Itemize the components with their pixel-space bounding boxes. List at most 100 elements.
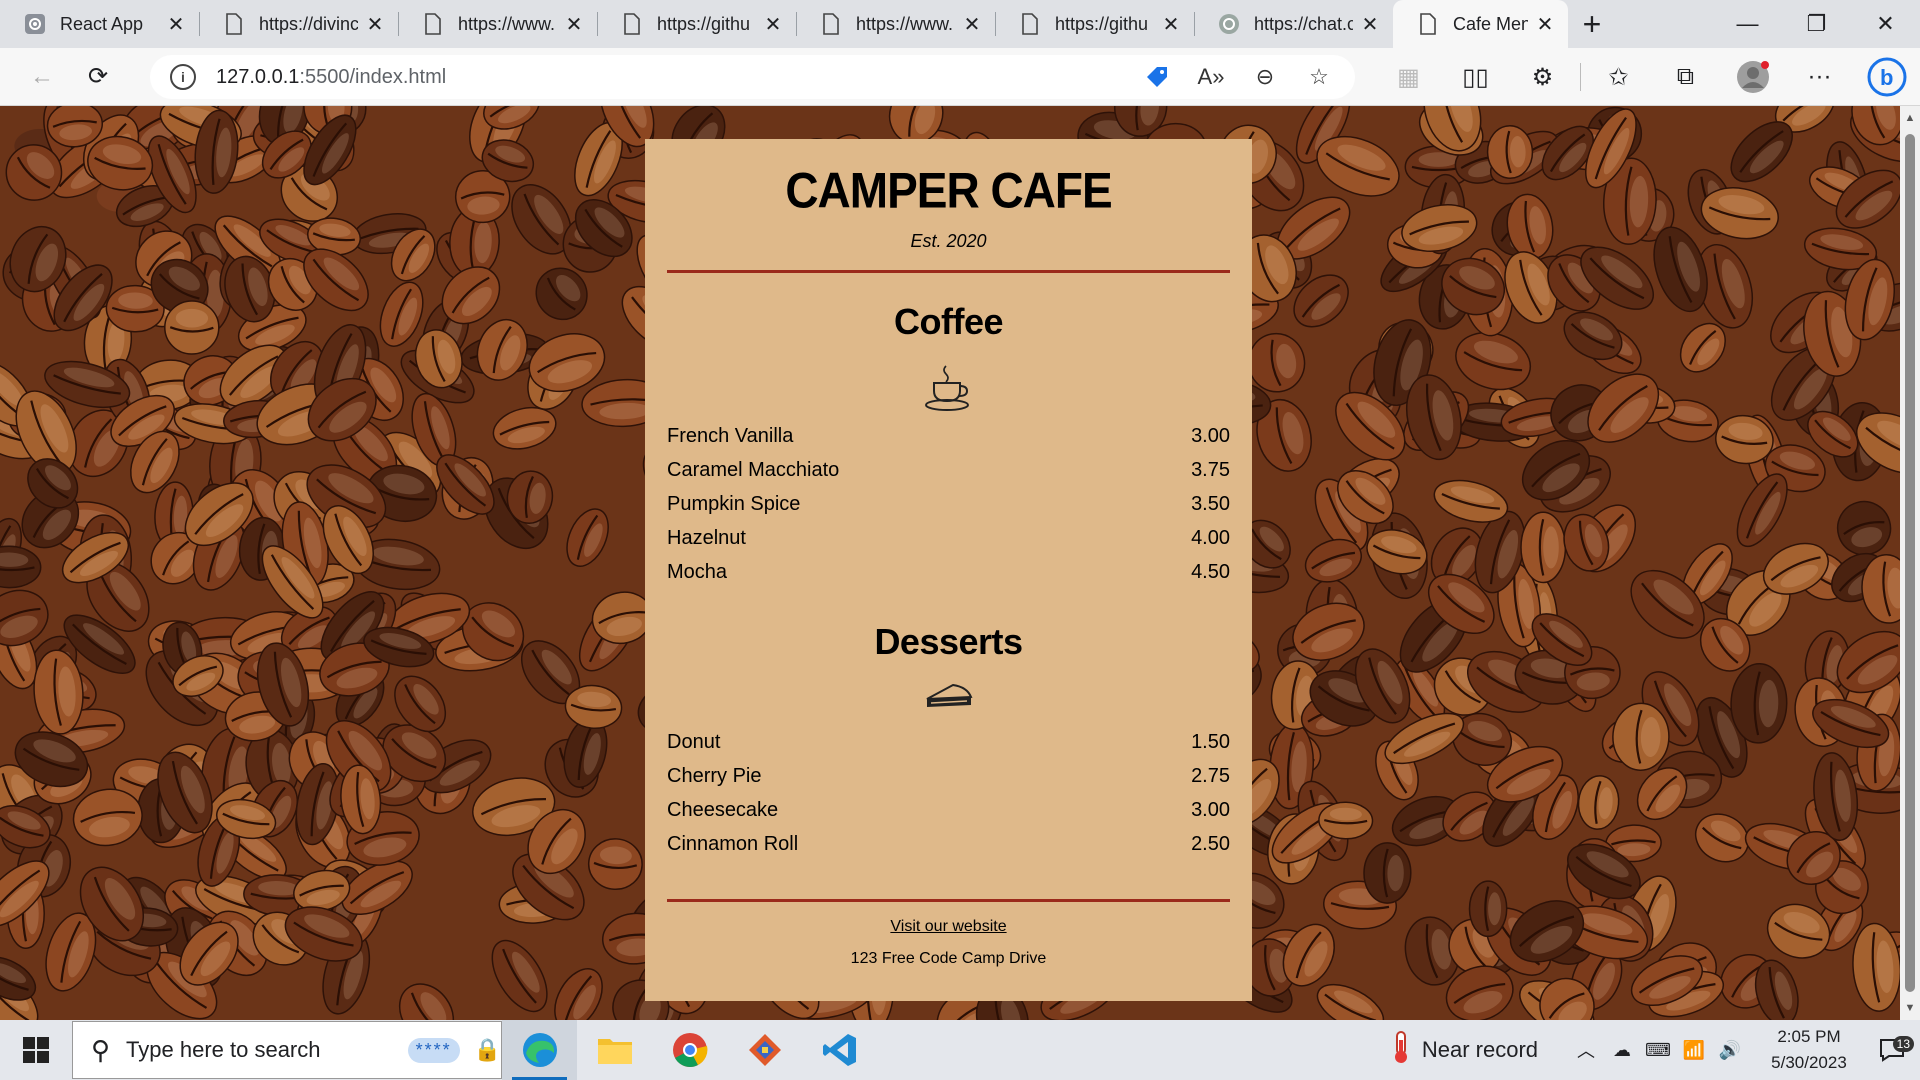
close-icon[interactable]: ✕ [165,13,187,36]
chrome-icon[interactable] [652,1020,727,1080]
close-icon[interactable]: ✕ [1160,13,1182,36]
item-price: 2.75 [1191,764,1230,787]
new-tab-button[interactable]: + [1568,0,1616,48]
page-icon [1019,13,1041,35]
address-bar[interactable]: i 127.0.0.1:5500/index.html A» ⊖ ☆ [150,55,1355,99]
edge-browser-icon[interactable] [502,1020,577,1080]
item-price: 4.00 [1191,526,1230,549]
tab-page[interactable]: https://www. ✕ [398,0,597,48]
item-name: Hazelnut [667,526,746,549]
split-screen-icon[interactable]: ▯▯ [1442,53,1509,101]
section-heading-desserts: Desserts [874,621,1023,662]
scroll-down-icon[interactable]: ▼ [1900,998,1920,1018]
vscode-icon[interactable] [802,1020,877,1080]
wifi-icon[interactable]: 📶 [1676,1040,1712,1061]
profile-avatar-icon[interactable] [1719,53,1786,101]
toolbar-right: ▦ ▯▯ ⚙ ✩ ⧉ ··· b [1375,53,1920,101]
react-gear-icon [24,13,46,35]
item-name: Mocha [667,560,728,583]
tab-react-app[interactable]: React App ✕ [0,0,199,48]
section-heading-coffee: Coffee [893,301,1004,342]
chevron-up-icon[interactable]: ︿ [1568,1037,1604,1063]
windows-start-icon[interactable] [0,1020,72,1080]
tab-title: Cafe Menu [1453,13,1528,34]
zoom-out-icon[interactable]: ⊖ [1243,55,1287,99]
close-icon[interactable]: ✕ [1534,13,1556,36]
collections-icon[interactable]: ⧉ [1652,53,1719,101]
bing-chat-icon[interactable]: b [1853,53,1920,101]
url-text[interactable]: 127.0.0.1:5500/index.html [216,66,1135,89]
tab-page[interactable]: https://githu ✕ [597,0,796,48]
scrollbar-thumb[interactable] [1905,134,1915,992]
coffee-list: French Vanilla 3.00 Caramel Macchiato 3.75… [667,419,1230,589]
close-icon[interactable]: ✕ [364,13,386,36]
back-icon[interactable]: ← [18,53,66,101]
established-text: Est. 2020 [910,231,987,251]
dessert-list: Donut 1.50 Cherry Pie 2.75 Cheesecake 3.00 … [667,725,1230,861]
url-host: 127.0.0.1 [216,65,300,88]
scroll-up-icon[interactable]: ▲ [1900,108,1920,128]
cafe-address: 123 Free Code Camp Drive [850,950,1047,967]
clock-time: 2:05 PM [1777,1027,1841,1046]
volume-icon[interactable]: 🔊 [1712,1040,1748,1061]
tab-title: https://githu [1055,13,1149,34]
extensions-icon[interactable]: ⚙ [1509,53,1576,101]
git-gui-icon[interactable] [727,1020,802,1080]
shopping-tag-icon[interactable] [1135,55,1179,99]
svg-text:b: b [1880,65,1893,90]
more-options-icon[interactable]: ··· [1786,53,1853,101]
clock[interactable]: 2:05 PM 5/30/2023 [1754,1024,1864,1076]
close-icon[interactable]: ✕ [961,13,983,36]
close-icon[interactable]: ✕ [762,13,784,36]
refresh-icon[interactable]: ⟳ [74,53,122,101]
pie-slice-icon [667,681,1230,721]
onedrive-cloud-icon[interactable]: ☁ [1604,1040,1640,1061]
window-controls: — ❐ ✕ [1713,0,1920,48]
list-item: Cinnamon Roll 2.50 [667,827,1230,861]
list-item: Mocha 4.50 [667,555,1230,589]
weather-text: Near record [1421,1037,1538,1062]
page-icon [1417,13,1439,35]
tab-page[interactable]: https://divinc ✕ [199,0,398,48]
item-price: 2.50 [1191,832,1230,855]
info-icon[interactable]: i [170,64,196,90]
tab-title: https://www. [856,13,954,34]
favorites-icon[interactable]: ✩ [1585,53,1652,101]
list-item: Cherry Pie 2.75 [667,759,1230,793]
tab-page[interactable]: https://githu ✕ [995,0,1194,48]
system-tray: Near record ︿ ☁ ⌨ 📶 🔊 2:05 PM 5/30/2023 … [1390,1020,1920,1080]
extension-puzzle-faded-icon[interactable]: ▦ [1375,53,1442,101]
tab-chat[interactable]: https://chat.c ✕ [1194,0,1393,48]
notification-center-icon[interactable]: 13 [1864,1036,1920,1062]
taskbar-search-input[interactable]: ⚲ Type here to search **** 🔒 [72,1021,502,1079]
close-icon[interactable]: ✕ [563,13,585,36]
close-window-icon[interactable]: ✕ [1851,0,1920,48]
item-name: Cinnamon Roll [667,832,799,855]
page-scrollbar[interactable]: ▲ ▼ [1900,106,1920,1020]
tab-title: https://githu [657,13,751,34]
restore-icon[interactable]: ❐ [1782,0,1851,48]
weather-widget[interactable]: Near record [1390,1030,1538,1070]
password-hint-badge: **** [407,1037,460,1063]
clock-date: 5/30/2023 [1771,1053,1847,1072]
add-favorite-icon[interactable]: ☆ [1297,55,1341,99]
menu-footer: Visit our website 123 Free Code Camp Dri… [667,918,1230,968]
list-item: Caramel Macchiato 3.75 [667,453,1230,487]
thermometer-icon [1390,1030,1412,1070]
close-icon[interactable]: ✕ [1359,13,1381,36]
page-icon [422,13,444,35]
item-name: Cheesecake [667,798,779,821]
read-aloud-icon[interactable]: A» [1189,55,1233,99]
item-price: 4.50 [1191,560,1230,583]
list-item: French Vanilla 3.00 [667,419,1230,453]
divider [667,270,1230,273]
file-explorer-icon[interactable] [577,1020,652,1080]
list-item: Hazelnut 4.00 [667,521,1230,555]
tab-page[interactable]: https://www. ✕ [796,0,995,48]
website-link[interactable]: Visit our website [667,918,1230,936]
minimize-icon[interactable]: — [1713,0,1782,48]
item-name: Cherry Pie [667,764,762,787]
tab-cafe-menu[interactable]: Cafe Menu ✕ [1393,0,1568,48]
keyboard-icon[interactable]: ⌨ [1640,1040,1676,1061]
lock-icon: 🔒 [473,1037,501,1062]
